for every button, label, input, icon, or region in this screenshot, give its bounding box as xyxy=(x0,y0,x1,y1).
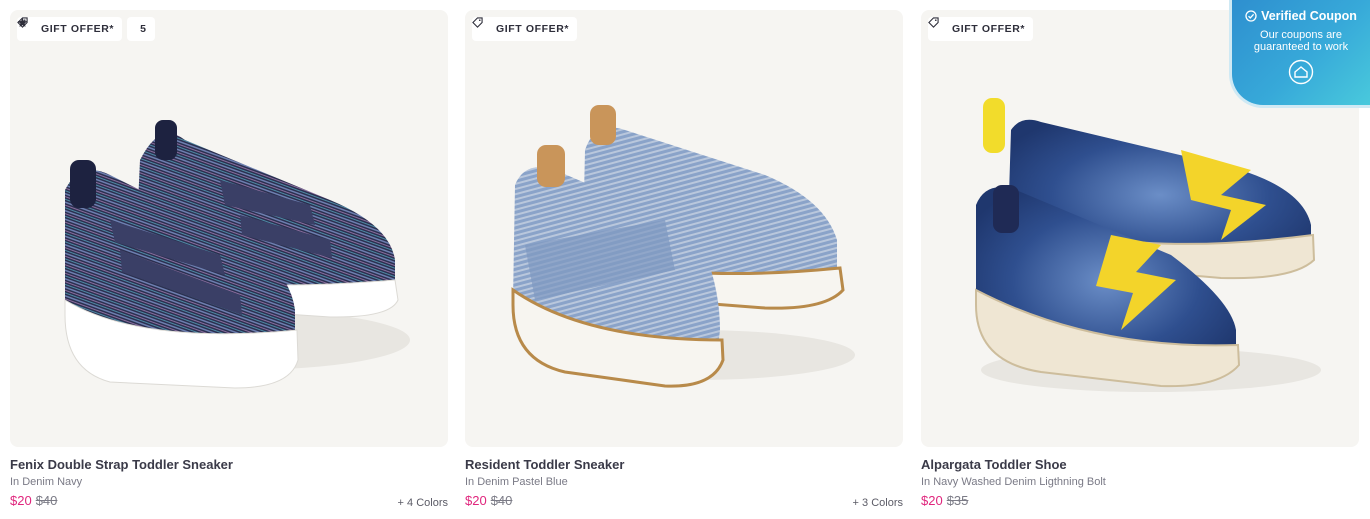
price-row: $20 $40 xyxy=(10,493,57,508)
gift-offer-label: GIFT OFFER* xyxy=(41,23,115,35)
gift-offer-badge: GIFT OFFER* xyxy=(17,17,123,41)
sale-price: $20 xyxy=(10,493,32,508)
product-image[interactable]: GIFT OFFER* 5 xyxy=(10,10,448,447)
product-variant: In Navy Washed Denim Ligthning Bolt xyxy=(921,476,1106,488)
price-row: $20 $35 xyxy=(921,493,968,508)
shoe-image-navy-sneaker xyxy=(64,120,410,389)
verified-coupon-text: Our coupons are guaranteed to work xyxy=(1253,29,1349,53)
sale-price: $20 xyxy=(465,493,487,508)
product-card[interactable]: GIFT OFFER* 5 Fenix Double Strap Toddler… xyxy=(10,10,448,519)
verified-coupon-header: Verified Coupon xyxy=(1232,9,1370,23)
tag-icon xyxy=(928,17,947,35)
gift-offer-label: GIFT OFFER* xyxy=(496,23,570,35)
verified-coupon-badge[interactable]: Verified Coupon Our coupons are guarante… xyxy=(1229,0,1370,108)
product-card[interactable]: GIFT OFFER* Resident Toddler Sneaker In … xyxy=(465,10,903,519)
rating-badge: 5 xyxy=(17,17,155,41)
sale-price: $20 xyxy=(921,493,943,508)
shield-home-icon xyxy=(1288,59,1314,85)
color-count-link[interactable]: + 4 Colors xyxy=(398,497,448,509)
gift-offer-badge: GIFT OFFER* xyxy=(472,17,578,41)
tag-icon xyxy=(472,17,491,35)
product-variant: In Denim Navy xyxy=(10,476,83,488)
product-name[interactable]: Fenix Double Strap Toddler Sneaker xyxy=(10,457,233,472)
gift-offer-label: GIFT OFFER* xyxy=(952,23,1026,35)
shoe-image-pastel-blue-sneaker xyxy=(511,105,855,388)
rating-value: 5 xyxy=(140,23,147,35)
gift-offer-badge: GIFT OFFER* xyxy=(928,17,1034,41)
original-price: $40 xyxy=(490,493,513,508)
original-price: $35 xyxy=(946,493,969,508)
verified-coupon-title: Verified Coupon xyxy=(1261,9,1357,23)
price-row: $20 $40 xyxy=(465,493,512,508)
check-circle-icon xyxy=(1245,10,1257,22)
color-count-link[interactable]: + 3 Colors xyxy=(853,497,903,509)
product-name[interactable]: Resident Toddler Sneaker xyxy=(465,457,624,472)
product-image[interactable]: GIFT OFFER* xyxy=(465,10,903,447)
original-price: $40 xyxy=(35,493,58,508)
product-name[interactable]: Alpargata Toddler Shoe xyxy=(921,457,1067,472)
product-grid: GIFT OFFER* 5 Fenix Double Strap Toddler… xyxy=(10,10,1360,519)
product-variant: In Denim Pastel Blue xyxy=(465,476,568,488)
